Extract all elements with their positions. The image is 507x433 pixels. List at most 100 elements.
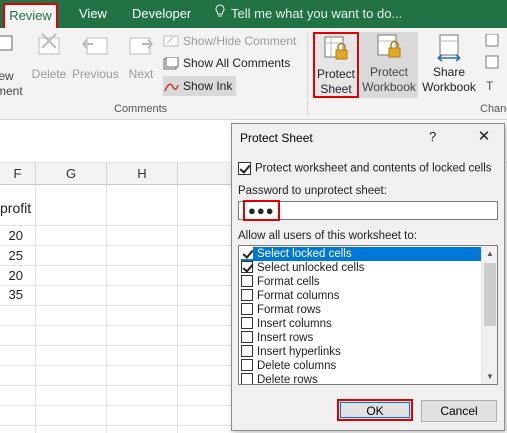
close-icon[interactable]: ✕ <box>475 127 493 145</box>
previous-label: Previous <box>72 67 119 81</box>
protect-sheet-button[interactable]: Protect Sheet <box>313 32 359 98</box>
show-all-comments-label: Show All Comments <box>183 56 291 70</box>
permission-item[interactable]: Delete columns <box>241 359 482 373</box>
password-value: ●●● <box>243 200 280 221</box>
scroll-thumb[interactable] <box>484 263 496 326</box>
permission-item[interactable]: Format rows <box>241 303 482 317</box>
cell-value[interactable]: 20 <box>0 226 23 246</box>
new-comment-button[interactable]: ew ment <box>0 34 23 99</box>
ok-button[interactable]: OK <box>337 399 413 421</box>
permission-label: Format cells <box>257 276 320 288</box>
checkbox-unchecked-icon[interactable] <box>241 317 253 329</box>
protect-sheet-icon <box>315 34 357 67</box>
checkbox-unchecked-icon[interactable] <box>241 345 253 357</box>
grid-line <box>0 245 232 246</box>
permission-label: Select locked cells <box>257 248 352 260</box>
cell-value[interactable]: 20 <box>0 266 23 286</box>
permission-label: Delete columns <box>257 360 337 372</box>
checkbox-unchecked-icon[interactable] <box>241 331 253 343</box>
permission-item[interactable]: Format columns <box>241 289 482 303</box>
dialog-title: Protect Sheet <box>240 131 313 145</box>
grid-line <box>0 425 232 426</box>
password-field[interactable]: ●●● <box>238 200 498 221</box>
checkbox-checked-icon[interactable] <box>241 247 253 259</box>
new-comment-label-1: ew <box>0 69 14 83</box>
column-header-g[interactable]: G <box>36 163 107 185</box>
protect-sheet-label-2: Sheet <box>320 82 352 96</box>
permissions-list[interactable]: Select locked cells Select unlocked cells… <box>238 245 498 385</box>
scroll-down-icon[interactable]: ▼ <box>482 369 497 384</box>
ribbon-tab-bar: Review View Developer Tell me what you w… <box>0 0 507 28</box>
show-all-comments-button[interactable]: Show All Comments <box>163 53 290 73</box>
lightbulb-icon <box>215 0 227 28</box>
allow-users-label: Allow all users of this worksheet to: <box>238 230 417 242</box>
share-workbook-button[interactable]: Share Workbook <box>420 32 478 95</box>
column-header-next[interactable] <box>178 163 232 185</box>
svg-text:T: T <box>486 79 494 93</box>
cell-value[interactable]: 25 <box>0 246 23 266</box>
tab-developer[interactable]: Developer <box>132 0 191 28</box>
next-comment-button[interactable]: Next <box>124 32 158 82</box>
share-workbook-label-1: Share <box>432 65 466 79</box>
checkbox-unchecked-icon[interactable] <box>241 289 253 301</box>
cell-profit-header[interactable]: profit <box>0 198 31 218</box>
next-label: Next <box>128 67 154 81</box>
delete-comment-button[interactable]: Delete <box>30 32 68 82</box>
grid-line <box>0 265 232 266</box>
show-hide-comment-button[interactable]: Show/Hide Comment <box>163 31 296 51</box>
new-comment-label-2: ment <box>0 84 23 98</box>
permission-item[interactable]: Delete rows <box>241 373 482 384</box>
tab-review[interactable]: Review <box>3 3 58 28</box>
grid-line <box>35 185 36 433</box>
checkbox-checked-icon[interactable] <box>241 261 253 273</box>
cancel-button[interactable]: Cancel <box>421 400 497 422</box>
grid-line <box>0 345 232 346</box>
permission-label: Insert rows <box>257 332 314 344</box>
share-workbook-icon <box>420 32 478 65</box>
show-ink-label: Show Ink <box>183 79 233 93</box>
tab-view[interactable]: View <box>79 0 107 28</box>
permission-item[interactable]: Insert columns <box>241 317 482 331</box>
scroll-up-icon[interactable]: ▲ <box>482 246 497 261</box>
tell-me-search[interactable]: Tell me what you want to do... <box>215 0 402 28</box>
ok-label: OK <box>340 402 410 418</box>
cell-value[interactable]: 35 <box>0 285 23 305</box>
grid-line <box>0 305 232 306</box>
grid-line <box>0 225 232 226</box>
grid-line <box>0 325 232 326</box>
protect-sheet-label-1: Protect <box>316 67 355 81</box>
checkbox-unchecked-icon[interactable] <box>241 359 253 371</box>
column-header-h[interactable]: H <box>107 163 178 185</box>
group-separator <box>307 32 308 116</box>
next-comment-icon <box>124 32 158 67</box>
list-scrollbar[interactable]: ▲ ▼ <box>481 246 497 384</box>
protect-worksheet-checkbox[interactable]: Protect worksheet and contents of locked… <box>238 162 492 175</box>
help-icon[interactable]: ? <box>429 129 436 144</box>
protect-workbook-label-2: Workbook <box>362 80 416 94</box>
permission-item[interactable]: Insert rows <box>241 331 482 345</box>
protect-workbook-label-1: Protect <box>369 65 408 79</box>
column-header-f[interactable]: F <box>0 163 36 185</box>
permission-item[interactable]: Select locked cells <box>241 247 482 261</box>
show-hide-comment-icon <box>163 35 179 49</box>
permission-label: Format columns <box>257 290 340 302</box>
checkbox-checked-icon[interactable] <box>238 162 251 175</box>
protect-workbook-icon <box>360 32 418 65</box>
checkbox-unchecked-icon[interactable] <box>241 275 253 287</box>
permission-item[interactable]: Format cells <box>241 275 482 289</box>
comments-group-label: Comments <box>114 103 168 115</box>
checkbox-unchecked-icon[interactable] <box>241 373 253 384</box>
checkbox-unchecked-icon[interactable] <box>241 303 253 315</box>
show-ink-icon <box>163 80 179 94</box>
permission-item[interactable]: Select unlocked cells <box>241 261 482 275</box>
permission-label: Format rows <box>257 304 321 316</box>
permission-item[interactable]: Insert hyperlinks <box>241 345 482 359</box>
show-hide-comment-label: Show/Hide Comment <box>183 34 297 48</box>
changes-group-label: Changes <box>480 103 507 115</box>
permission-label: Insert columns <box>257 318 332 330</box>
grid-line <box>177 185 178 433</box>
protect-workbook-button[interactable]: Protect Workbook <box>360 32 418 98</box>
show-all-comments-icon <box>163 56 179 71</box>
previous-comment-button[interactable]: Previous <box>72 32 119 82</box>
show-ink-button[interactable]: Show Ink <box>163 76 237 96</box>
